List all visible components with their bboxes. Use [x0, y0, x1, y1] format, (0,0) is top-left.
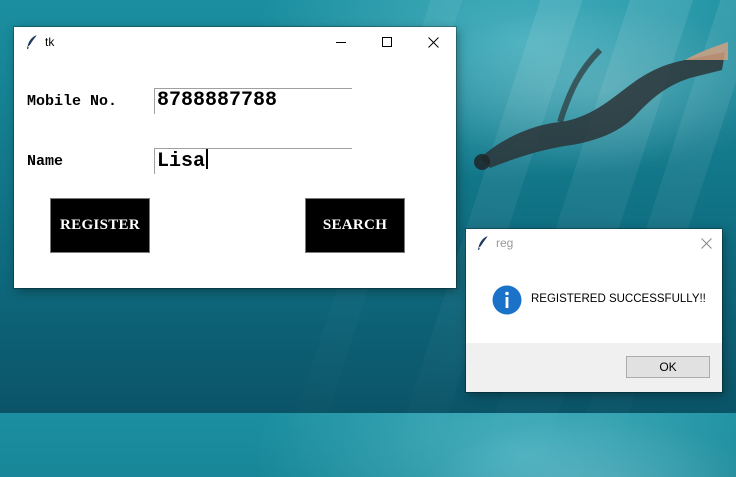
register-button[interactable]: REGISTER: [50, 198, 150, 253]
name-label: Name: [27, 153, 64, 170]
text-cursor: [206, 149, 209, 169]
close-icon: [427, 36, 439, 48]
info-icon: [492, 285, 522, 315]
feather-icon: [478, 235, 489, 250]
name-field[interactable]: Lisa: [154, 148, 352, 174]
minimize-button[interactable]: [318, 27, 364, 57]
maximize-icon: [382, 37, 392, 47]
name-field-value: Lisa: [157, 150, 206, 173]
mobile-label: Mobile No.: [27, 93, 118, 110]
main-window: tk Mobile No. 8788887788 Name Lisa REGIS…: [14, 27, 456, 288]
title-bar: tk: [14, 27, 456, 57]
mobile-field-value: 8788887788: [157, 89, 278, 112]
close-icon: [700, 237, 712, 249]
close-button[interactable]: [410, 27, 456, 57]
ok-button[interactable]: OK: [626, 356, 710, 378]
search-button[interactable]: SEARCH: [305, 198, 405, 253]
minimize-icon: [336, 42, 346, 43]
dialog-close-button[interactable]: [690, 229, 722, 257]
dialog-message: REGISTERED SUCCESSFULLY!!: [531, 293, 706, 305]
feather-icon: [27, 34, 38, 49]
dialog-title-bar: reg: [466, 229, 722, 257]
diver-figure: [474, 42, 728, 170]
mobile-field[interactable]: 8788887788: [154, 88, 352, 114]
message-dialog: reg REGISTERED SUCCESSFULLY!! OK: [466, 229, 722, 392]
maximize-button[interactable]: [364, 27, 410, 57]
dialog-title: reg: [496, 236, 514, 250]
window-title: tk: [45, 35, 55, 49]
